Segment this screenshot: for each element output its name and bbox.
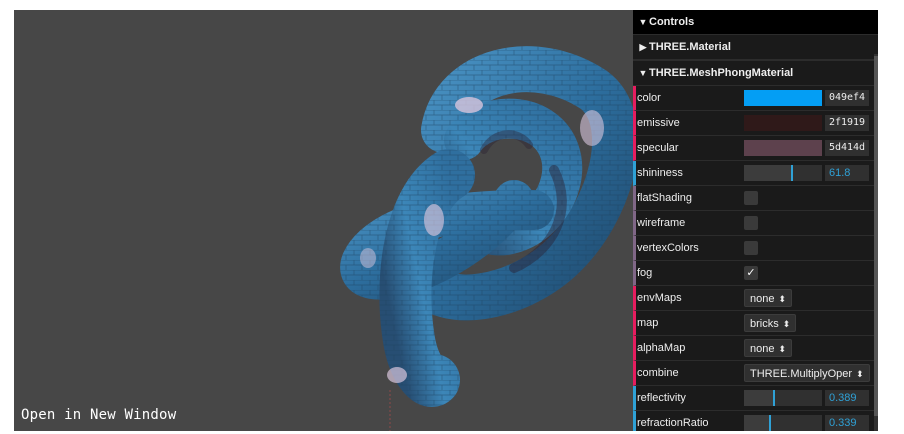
slider-fill <box>744 165 793 181</box>
row-refraction-ratio: refractionRatio 0.339 <box>633 411 878 431</box>
controls-header[interactable]: ▼ Controls <box>633 10 878 34</box>
combine-label: combine <box>637 367 679 379</box>
slider-fill <box>744 390 775 406</box>
row-map: map bricks ⬍ <box>633 311 878 336</box>
flat-shading-checkbox[interactable] <box>744 191 758 205</box>
folder-three-material[interactable]: ▶ THREE.Material <box>633 34 878 60</box>
env-maps-select[interactable]: none ⬍ <box>744 289 793 307</box>
row-vertex-colors: vertexColors <box>633 236 878 261</box>
emissive-swatch[interactable] <box>744 115 822 131</box>
row-specular: specular 5d414d <box>633 136 878 161</box>
specular-label: specular <box>637 142 679 154</box>
env-maps-label: envMaps <box>637 292 682 304</box>
folder-mesh-phong-material[interactable]: ▼ THREE.MeshPhongMaterial <box>633 60 878 86</box>
chevron-right-icon: ▶ <box>639 41 647 52</box>
env-maps-value: none <box>750 293 775 305</box>
row-env-maps: envMaps none ⬍ <box>633 286 878 311</box>
chevron-down-icon: ▼ <box>638 68 648 78</box>
controls-title: Controls <box>649 16 695 28</box>
row-wireframe: wireframe <box>633 211 878 236</box>
color-label: color <box>637 92 661 104</box>
select-caret-icon: ⬍ <box>856 369 864 379</box>
open-in-new-window-link[interactable]: Open in New Window <box>21 407 176 423</box>
select-caret-icon: ⬍ <box>778 344 787 354</box>
wireframe-checkbox[interactable] <box>744 216 758 230</box>
emissive-label: emissive <box>637 117 680 129</box>
render-viewport[interactable]: Open in New Window <box>14 10 633 431</box>
refraction-ratio-label: refractionRatio <box>637 417 709 429</box>
specular-hex-input[interactable]: 5d414d <box>825 140 869 156</box>
row-shininess: shininess 61.8 <box>633 161 878 186</box>
slider-handle[interactable] <box>773 390 776 406</box>
select-caret-icon: ⬍ <box>778 294 787 304</box>
row-reflectivity: reflectivity 0.389 <box>633 386 878 411</box>
alpha-map-label: alphaMap <box>637 342 686 354</box>
color-swatch[interactable] <box>744 90 822 106</box>
specular-swatch[interactable] <box>744 140 822 156</box>
chevron-down-icon: ▼ <box>638 17 648 27</box>
refraction-ratio-slider[interactable] <box>744 415 822 431</box>
slider-handle[interactable] <box>791 165 794 181</box>
slider-fill <box>744 415 771 431</box>
refraction-ratio-input[interactable]: 0.339 <box>825 415 869 431</box>
row-alpha-map: alphaMap none ⬍ <box>633 336 878 361</box>
row-flat-shading: flatShading <box>633 186 878 211</box>
row-combine: combine THREE.MultiplyOper ⬍ <box>633 361 878 386</box>
row-emissive: emissive 2f1919 <box>633 111 878 136</box>
reflectivity-label: reflectivity <box>637 392 686 404</box>
combine-select[interactable]: THREE.MultiplyOper ⬍ <box>744 364 870 382</box>
map-label: map <box>637 317 659 329</box>
scrollbar-thumb[interactable] <box>874 56 878 416</box>
shininess-slider[interactable] <box>744 165 822 181</box>
select-caret-icon: ⬍ <box>782 319 791 329</box>
wireframe-label: wireframe <box>637 217 686 229</box>
color-hex-input[interactable]: 049ef4 <box>825 90 869 106</box>
flat-shading-label: flatShading <box>637 192 693 204</box>
slider-handle[interactable] <box>769 415 772 431</box>
reflectivity-slider[interactable] <box>744 390 822 406</box>
alpha-map-select[interactable]: none ⬍ <box>744 339 793 357</box>
row-fog: fog ✓ <box>633 261 878 286</box>
panel-scrollbar[interactable] <box>874 54 878 431</box>
vertex-colors-label: vertexColors <box>637 242 699 254</box>
fog-checkbox[interactable]: ✓ <box>744 266 758 280</box>
emissive-hex-input[interactable]: 2f1919 <box>825 115 869 131</box>
folder-label: THREE.MeshPhongMaterial <box>649 67 794 79</box>
vertex-colors-checkbox[interactable] <box>744 241 758 255</box>
shininess-label: shininess <box>637 167 683 179</box>
map-select[interactable]: bricks ⬍ <box>744 314 797 332</box>
fog-label: fog <box>637 267 653 279</box>
controls-panel: ▼ Controls ▶ THREE.Material ▼ THREE.Mesh… <box>633 10 878 431</box>
torus-knot-mesh <box>340 46 633 431</box>
reflectivity-input[interactable]: 0.389 <box>825 390 869 406</box>
alpha-map-value: none <box>750 343 775 355</box>
checkmark-icon: ✓ <box>746 267 756 279</box>
map-value: bricks <box>750 318 779 330</box>
row-color: color 049ef4 <box>633 86 878 111</box>
folder-label: THREE.Material <box>649 41 731 53</box>
combine-value: THREE.MultiplyOper <box>750 368 853 380</box>
shininess-input[interactable]: 61.8 <box>825 165 869 181</box>
